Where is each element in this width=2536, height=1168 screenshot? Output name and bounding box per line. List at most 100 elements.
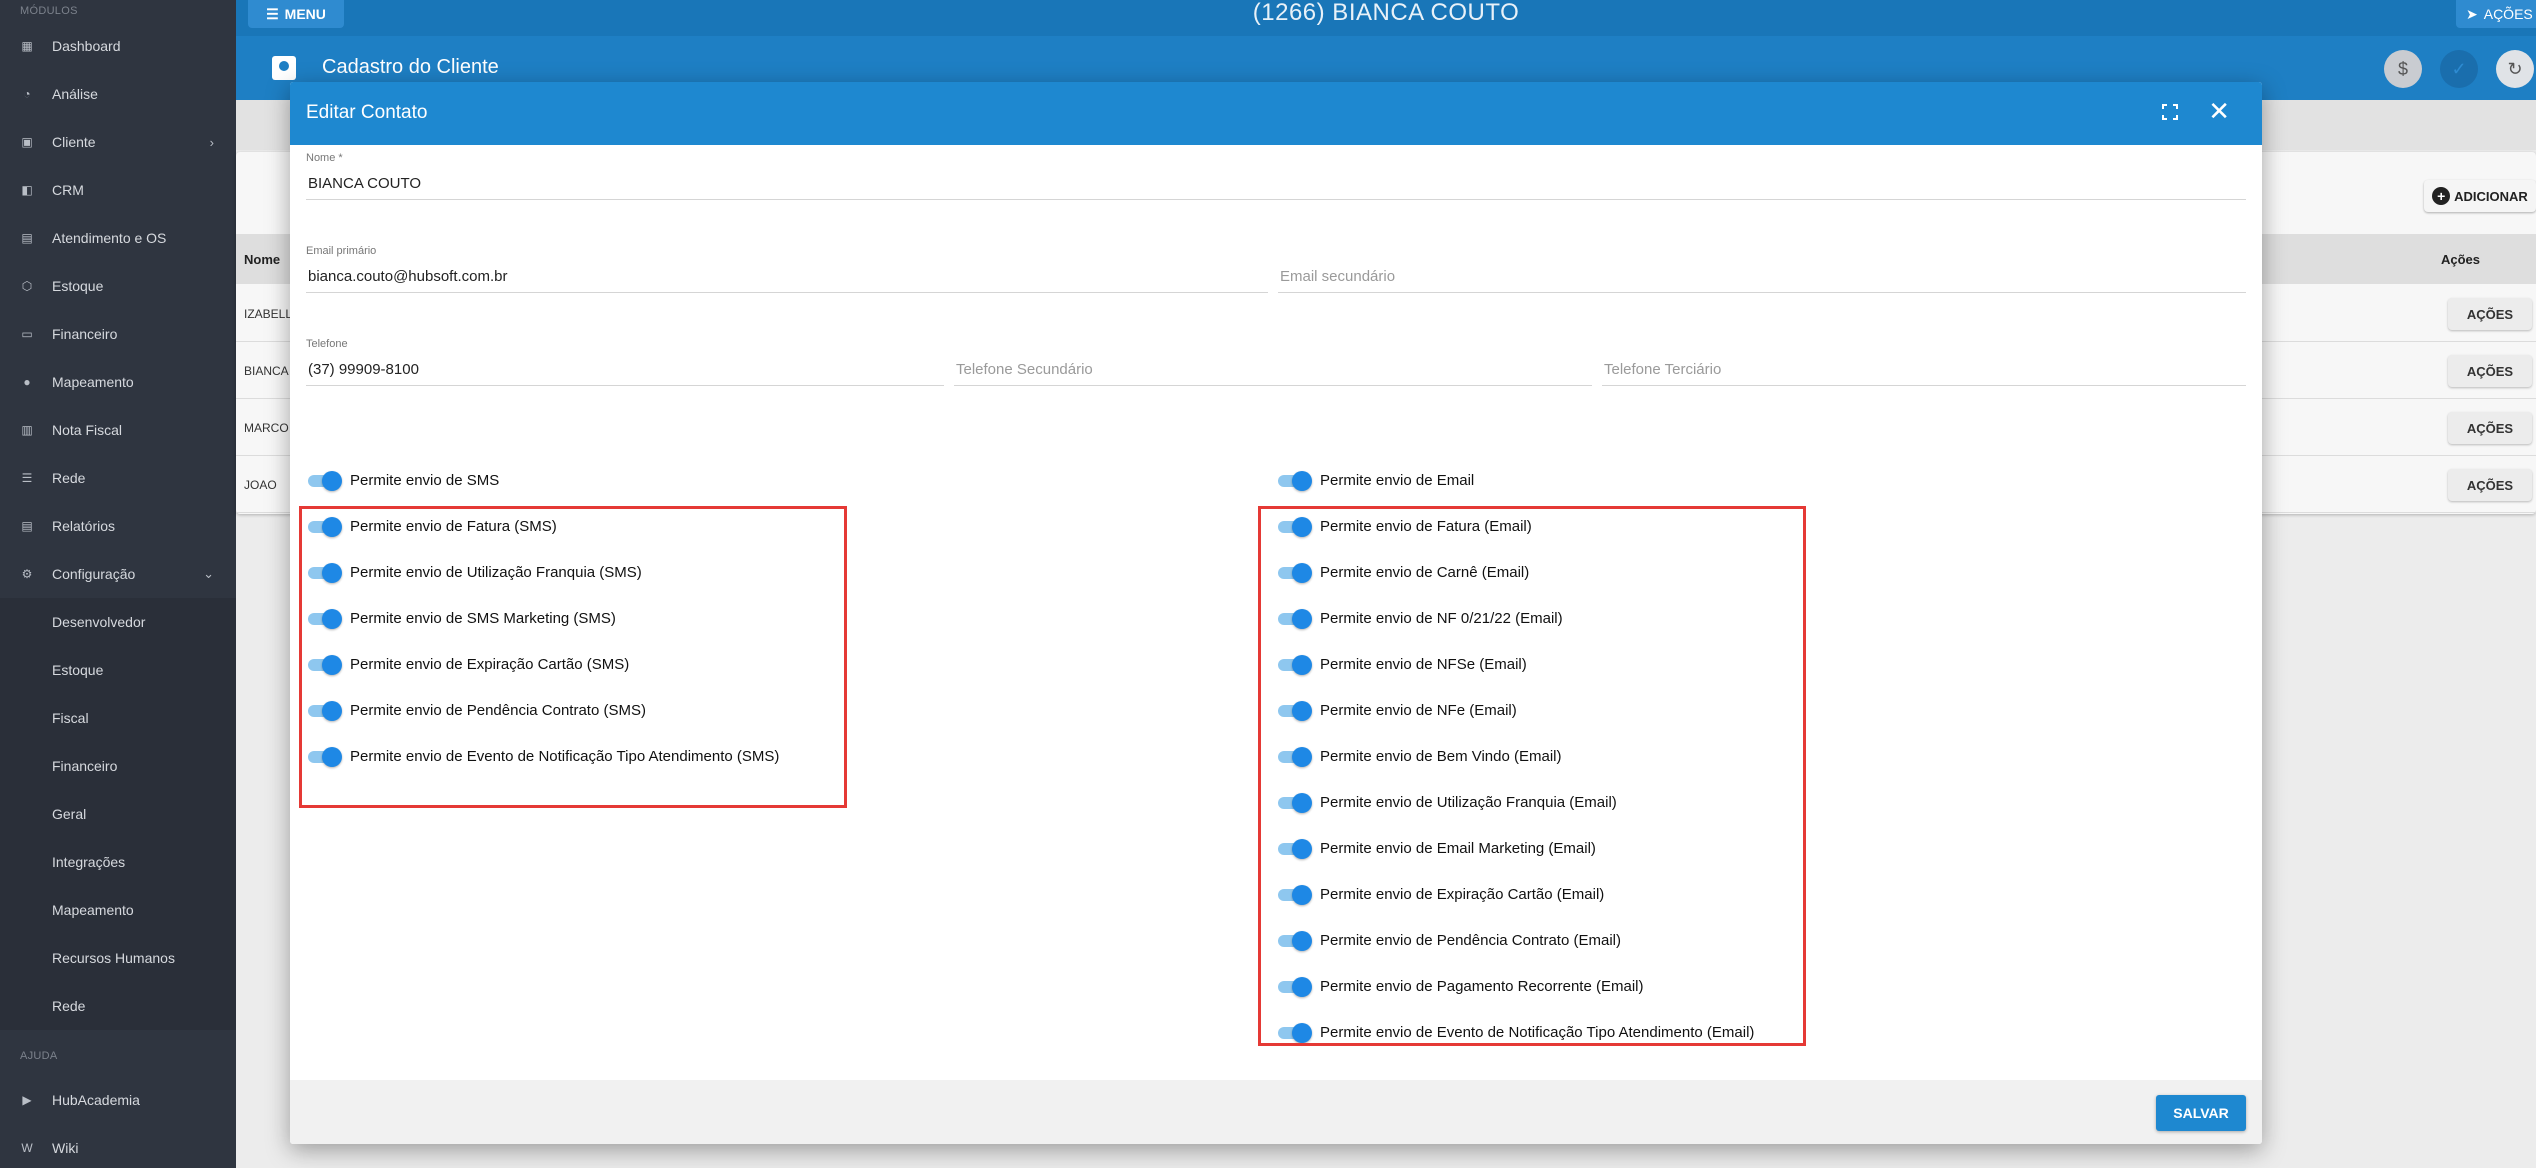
sidebar-subitem-desenvolvedor[interactable]: Desenvolvedor: [0, 598, 236, 646]
sidebar-item-label: HubAcademia: [52, 1092, 140, 1108]
nome-field[interactable]: Nome * BIANCA COUTO: [306, 152, 2246, 200]
dollar-button[interactable]: $: [2384, 50, 2422, 88]
sidebar-item-label: Dashboard: [52, 38, 121, 54]
row-acoes-button[interactable]: AÇÕES: [2448, 412, 2532, 444]
adicionar-label: ADICIONAR: [2454, 188, 2528, 204]
contact-card-icon: [272, 56, 296, 80]
close-icon[interactable]: ✕: [2208, 96, 2230, 126]
calendar-icon: ▤: [21, 231, 33, 245]
sidebar-item-configura-o[interactable]: ⚙ Configuração ⌄: [0, 550, 236, 598]
dollar-icon: $: [2397, 58, 2408, 79]
sidebar-item-relat-rios[interactable]: ▤ Relatórios: [0, 502, 236, 550]
row-nome: JOAO: [244, 478, 277, 492]
fullscreen-icon[interactable]: [2162, 104, 2178, 120]
network-icon: ☰: [21, 471, 33, 485]
sidebar-item-label: Configuração: [52, 566, 136, 582]
refresh-button[interactable]: ↻: [2496, 50, 2534, 88]
wikipedia-icon: W: [21, 1141, 33, 1155]
telefone-secundario-placeholder: Telefone Secundário: [956, 361, 1093, 378]
gear-icon: ⚙: [21, 567, 33, 581]
dialog-title: Editar Contato: [306, 102, 428, 123]
sidebar-item-rede[interactable]: ☰ Rede: [0, 454, 236, 502]
sidebar-item-nota-fiscal[interactable]: ▥ Nota Fiscal: [0, 406, 236, 454]
dialog-footer: SALVAR: [290, 1080, 2262, 1144]
sidebar-item-estoque[interactable]: ⬡ Estoque: [0, 262, 236, 310]
sidebar-subitem-rede[interactable]: Rede: [0, 982, 236, 1030]
toggle-switch[interactable]: [306, 471, 342, 491]
sidebar-subitem-mapeamento[interactable]: Mapeamento: [0, 886, 236, 934]
sidebar-section-label: MÓDULOS: [20, 5, 78, 17]
check-button[interactable]: ✓: [2440, 50, 2478, 88]
sidebar-item-label: Análise: [52, 86, 98, 102]
email-primario-field[interactable]: Email primário bianca.couto@hubsoft.com.…: [306, 245, 1268, 293]
row-nome: IZABELL: [244, 307, 293, 321]
chevron-icon: ⌄: [203, 566, 214, 581]
acoes-top-label: AÇÕES: [2483, 6, 2533, 22]
sidebar-item-label: Mapeamento: [52, 374, 134, 390]
adicionar-button[interactable]: + ADICIONAR: [2424, 180, 2536, 212]
money-icon: ▭: [21, 327, 33, 341]
toggle-thumb: [1292, 471, 1312, 491]
sidebar-item-label: Relatórios: [52, 518, 116, 534]
sidebar-item-dashboard[interactable]: ▦ Dashboard: [0, 22, 236, 70]
toggle-switch[interactable]: [1276, 471, 1312, 491]
row-acoes-button[interactable]: AÇÕES: [2448, 469, 2532, 501]
sidebar-item-label: Rede: [52, 470, 86, 486]
sidebar-item-label: Estoque: [52, 278, 104, 294]
salvar-button[interactable]: SALVAR: [2156, 1095, 2246, 1131]
sidebar-item-crm[interactable]: ◧ CRM: [0, 166, 236, 214]
acoes-top-button[interactable]: ➤ AÇÕES: [2456, 0, 2536, 28]
sidebar-subitem-geral[interactable]: Geral: [0, 790, 236, 838]
receipt-icon: ▥: [21, 423, 33, 437]
sidebar-item-financeiro[interactable]: ▭ Financeiro: [0, 310, 236, 358]
sidebar-help-hubacademia[interactable]: ▶ HubAcademia: [0, 1076, 236, 1124]
box-icon: ⬡: [21, 279, 33, 293]
row-acoes-button[interactable]: AÇÕES: [2448, 298, 2532, 330]
telefone-secundario-field[interactable]: Telefone Secundário: [954, 338, 1592, 386]
sidebar-item-label: Financeiro: [52, 326, 118, 342]
report-icon: ▤: [21, 519, 33, 533]
row-nome: BIANCA: [244, 364, 289, 378]
sidebar-subitem-estoque[interactable]: Estoque: [0, 646, 236, 694]
chart-pie-icon: ◔: [23, 87, 31, 101]
chevron-icon: ›: [209, 134, 214, 150]
sidebar-item-cliente[interactable]: ▣ Cliente ›: [0, 118, 236, 166]
plus-circle-icon: +: [2432, 187, 2451, 205]
sidebar-subitem-financeiro[interactable]: Financeiro: [0, 742, 236, 790]
sidebar-item-mapeamento[interactable]: ● Mapeamento: [0, 358, 236, 406]
edit-contact-dialog: Editar Contato ✕ Nome * BIANCA COUTO Ema…: [290, 82, 2262, 1144]
crm-board-icon: ◧: [21, 183, 33, 197]
toggle-label: Permite envio de SMS: [350, 471, 500, 489]
refresh-icon: ↻: [2507, 58, 2523, 79]
sidebar-subitem-fiscal[interactable]: Fiscal: [0, 694, 236, 742]
sidebar-subitem-recursos-humanos[interactable]: Recursos Humanos: [0, 934, 236, 982]
sidebar-help-wiki[interactable]: W Wiki: [0, 1124, 236, 1168]
send-icon: ➤: [2466, 5, 2478, 22]
email-secundario-placeholder: Email secundário: [1280, 268, 1396, 285]
toggle-row[interactable]: Permite envio de Email: [1276, 466, 1474, 494]
column-nome: Nome: [244, 252, 281, 267]
youtube-icon: ▶: [22, 1093, 32, 1107]
dashboard-icon: ▦: [21, 39, 33, 53]
telefone-terciario-placeholder: Telefone Terciário: [1604, 361, 1722, 378]
sidebar-subitem-integra-es[interactable]: Integrações: [0, 838, 236, 886]
client-header-title: Cadastro do Cliente: [322, 56, 499, 78]
page-title: (1266) BIANCA COUTO: [1252, 0, 1520, 26]
email-secundario-field[interactable]: Email secundário: [1278, 245, 2246, 293]
row-acoes-button[interactable]: AÇÕES: [2448, 355, 2532, 387]
dialog-header: Editar Contato ✕: [290, 82, 2262, 145]
telefone-value: (37) 99909-8100: [308, 361, 419, 378]
check-icon: ✓: [2451, 58, 2467, 79]
sidebar-item-an-lise[interactable]: ◔ Análise: [0, 70, 236, 118]
sidebar-item-label: CRM: [52, 182, 84, 198]
telefone-field[interactable]: Telefone (37) 99909-8100: [306, 338, 944, 386]
nome-value: BIANCA COUTO: [308, 175, 422, 192]
sidebar-item-atendimento-e-os[interactable]: ▤ Atendimento e OS: [0, 214, 236, 262]
client-card-icon: ▣: [21, 135, 33, 149]
toggle-thumb: [322, 471, 342, 491]
column-acoes: Ações: [2440, 252, 2480, 267]
telefone-terciario-field[interactable]: Telefone Terciário: [1602, 338, 2246, 386]
toggle-row[interactable]: Permite envio de SMS: [306, 466, 499, 494]
email-primario-value: bianca.couto@hubsoft.com.br: [308, 268, 508, 285]
sidebar-help-label: AJUDA: [20, 1050, 58, 1062]
